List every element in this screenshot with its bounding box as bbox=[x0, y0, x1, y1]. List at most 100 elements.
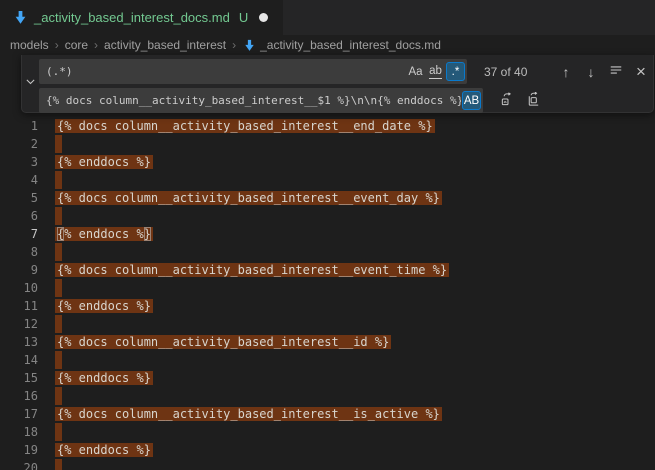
line-content[interactable] bbox=[57, 315, 62, 333]
editor-line[interactable]: 19{% enddocs %} bbox=[0, 441, 655, 459]
replace-value-text: {% docs column__activity_based_interest_… bbox=[46, 94, 461, 107]
line-content[interactable] bbox=[57, 171, 62, 189]
find-match-highlight: {% enddocs %} bbox=[55, 227, 153, 241]
editor-line[interactable]: 7 {% enddocs %} bbox=[0, 225, 655, 243]
line-content[interactable]: {% enddocs %} bbox=[57, 369, 153, 387]
whole-word-icon: ab bbox=[429, 65, 442, 79]
editor-line[interactable]: 6 bbox=[0, 207, 655, 225]
find-match-highlight bbox=[55, 459, 62, 470]
line-content[interactable] bbox=[57, 243, 62, 261]
markdown-file-icon bbox=[242, 38, 256, 52]
editor-line[interactable]: 9{% docs column__activity_based_interest… bbox=[0, 261, 655, 279]
bracket-match-box: } bbox=[144, 227, 151, 241]
line-content[interactable] bbox=[57, 351, 62, 369]
line-number: 5 bbox=[0, 189, 38, 207]
find-match-highlight bbox=[55, 423, 62, 441]
editor-line[interactable]: 17{% docs column__activity_based_interes… bbox=[0, 405, 655, 423]
line-number: 2 bbox=[0, 135, 38, 153]
line-number: 18 bbox=[0, 423, 38, 441]
previous-match-button[interactable]: ↑ bbox=[556, 62, 576, 82]
editor-line[interactable]: 15{% enddocs %} bbox=[0, 369, 655, 387]
breadcrumb-item-core[interactable]: core bbox=[65, 38, 88, 52]
editor-line[interactable]: 5 {% docs column__activity_based_interest… bbox=[0, 189, 655, 207]
match-case-button[interactable]: Aa bbox=[406, 62, 425, 81]
breadcrumb-separator: › bbox=[94, 38, 98, 52]
line-number: 3 bbox=[0, 153, 38, 171]
breadcrumb-item-file[interactable]: _activity_based_interest_docs.md bbox=[242, 38, 441, 52]
whole-word-button[interactable]: ab bbox=[426, 62, 445, 81]
replace-all-button[interactable] bbox=[523, 91, 543, 111]
find-match-highlight bbox=[55, 387, 62, 405]
line-content[interactable]: {% docs column__activity_based_interest_… bbox=[57, 333, 391, 351]
breadcrumb: models › core › activity_based_interest … bbox=[0, 35, 655, 55]
editor-line[interactable]: 12 bbox=[0, 315, 655, 333]
line-content[interactable]: {% docs column__activity_based_interest_… bbox=[57, 189, 442, 207]
editor-lines[interactable]: 1{% docs column__activity_based_interest… bbox=[0, 117, 655, 470]
arrow-up-icon: ↑ bbox=[563, 64, 570, 80]
editor-line[interactable]: 3 {% enddocs %} bbox=[0, 153, 655, 171]
line-content[interactable] bbox=[57, 207, 62, 225]
editor-line[interactable]: 16 bbox=[0, 387, 655, 405]
modified-dot-icon[interactable] bbox=[259, 13, 268, 22]
find-input[interactable]: (.*) Aa ab .* bbox=[39, 59, 467, 84]
preserve-case-button[interactable]: AB bbox=[462, 91, 481, 110]
line-content[interactable]: {% docs column__activity_based_interest_… bbox=[57, 405, 442, 423]
find-match-highlight: {% enddocs %} bbox=[55, 299, 153, 313]
find-widget: (.*) Aa ab .* 37 of 40 ↑ ↓ × {% docs col… bbox=[21, 55, 654, 113]
editor-line[interactable]: 1{% docs column__activity_based_interest… bbox=[0, 117, 655, 135]
replace-button[interactable] bbox=[497, 91, 517, 111]
line-number: 12 bbox=[0, 315, 38, 333]
find-row: (.*) Aa ab .* 37 of 40 ↑ ↓ × bbox=[39, 59, 653, 84]
next-match-button[interactable]: ↓ bbox=[581, 62, 601, 82]
replace-row: {% docs column__activity_based_interest_… bbox=[39, 88, 653, 113]
find-in-selection-button[interactable] bbox=[606, 62, 626, 82]
line-number: 8 bbox=[0, 243, 38, 261]
line-number: 11 bbox=[0, 297, 38, 315]
line-number: 14 bbox=[0, 351, 38, 369]
breadcrumb-separator: › bbox=[232, 38, 236, 52]
regex-button[interactable]: .* bbox=[446, 62, 465, 81]
line-content[interactable] bbox=[57, 279, 62, 297]
line-number: 4 bbox=[0, 171, 38, 189]
line-content[interactable]: {% enddocs %} bbox=[57, 297, 153, 315]
editor-line[interactable]: 2 bbox=[0, 135, 655, 153]
close-button[interactable]: × bbox=[631, 62, 651, 82]
line-content[interactable] bbox=[57, 135, 62, 153]
tab-filename: _activity_based_interest_docs.md bbox=[34, 10, 230, 25]
line-number: 16 bbox=[0, 387, 38, 405]
editor-line[interactable]: 4 bbox=[0, 171, 655, 189]
breadcrumb-separator: › bbox=[55, 38, 59, 52]
line-number: 7 bbox=[0, 225, 38, 243]
preserve-case-icon: AB bbox=[464, 95, 479, 107]
tab-active-file[interactable]: _activity_based_interest_docs.md U bbox=[0, 0, 283, 35]
breadcrumb-item-folder[interactable]: activity_based_interest bbox=[104, 38, 226, 52]
editor-line[interactable]: 18 bbox=[0, 423, 655, 441]
replace-input[interactable]: {% docs column__activity_based_interest_… bbox=[39, 88, 483, 113]
arrow-down-icon: ↓ bbox=[588, 64, 595, 80]
find-match-highlight bbox=[55, 279, 62, 297]
line-content[interactable]: {% enddocs %} bbox=[57, 225, 153, 243]
editor-line[interactable]: 11 {% enddocs %} bbox=[0, 297, 655, 315]
toggle-replace-button[interactable] bbox=[22, 55, 39, 112]
find-match-highlight: {% enddocs %} bbox=[55, 443, 153, 457]
editor-line[interactable]: 10 bbox=[0, 279, 655, 297]
line-content[interactable] bbox=[57, 387, 62, 405]
tab-bar: _activity_based_interest_docs.md U bbox=[0, 0, 655, 35]
find-match-highlight bbox=[55, 351, 62, 369]
line-content[interactable] bbox=[57, 459, 62, 470]
breadcrumb-item-models[interactable]: models bbox=[10, 38, 49, 52]
line-content[interactable]: {% docs column__activity_based_interest_… bbox=[57, 261, 449, 279]
editor-line[interactable]: 13{% docs column__activity_based_interes… bbox=[0, 333, 655, 351]
editor-line[interactable]: 20 bbox=[0, 459, 655, 470]
line-content[interactable]: {% enddocs %} bbox=[57, 441, 153, 459]
find-match-highlight: {% enddocs %} bbox=[55, 371, 153, 385]
editor-line[interactable]: 14 bbox=[0, 351, 655, 369]
editor-line[interactable]: 8 bbox=[0, 243, 655, 261]
line-content[interactable]: {% enddocs %} bbox=[57, 153, 153, 171]
find-match-highlight: {% enddocs %} bbox=[55, 155, 153, 169]
line-content[interactable] bbox=[57, 423, 62, 441]
line-content[interactable]: {% docs column__activity_based_interest_… bbox=[57, 117, 435, 135]
replace-all-icon bbox=[526, 92, 541, 110]
find-match-highlight: {% docs column__activity_based_interest_… bbox=[55, 335, 391, 349]
find-match-highlight bbox=[55, 135, 62, 153]
